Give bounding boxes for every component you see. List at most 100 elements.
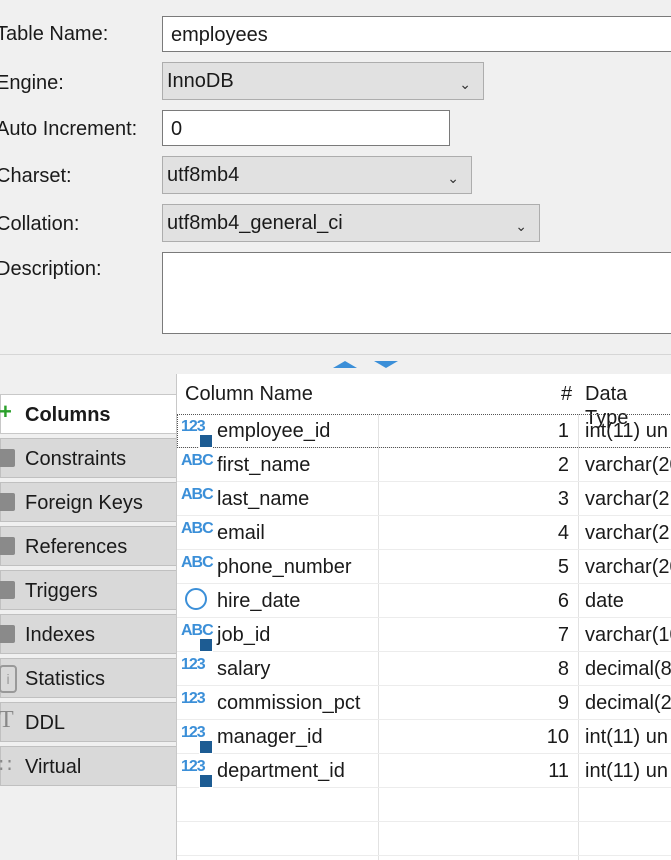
table-name-input[interactable]: employees: [162, 16, 671, 52]
string-type-icon: ABC: [181, 554, 214, 571]
add-column-icon: +: [0, 399, 12, 424]
collapse-up-icon[interactable]: [333, 361, 357, 368]
clock-icon: [185, 588, 207, 610]
tab-triggers[interactable]: Triggers: [0, 570, 176, 610]
data-type-cell: varchar(2: [585, 522, 670, 544]
foreign-key-icon: [199, 638, 213, 652]
tab-label: Foreign Keys: [25, 492, 143, 514]
column-name-cell: employee_id: [217, 420, 331, 442]
charset-select[interactable]: utf8mb4 ⌄: [162, 156, 472, 194]
foreign-key-icon: [0, 493, 15, 511]
engine-select[interactable]: InnoDB ⌄: [162, 62, 484, 100]
table-row[interactable]: 123 salary 8 decimal(8: [177, 652, 671, 686]
chevron-down-icon: ⌄: [447, 170, 459, 186]
string-type-icon: ABC: [181, 452, 214, 469]
data-type-cell: int(11) un: [585, 420, 669, 442]
tab-label: Columns: [25, 404, 111, 426]
data-type-cell: varchar(20: [585, 556, 671, 578]
collation-select[interactable]: utf8mb4_general_ci ⌄: [162, 204, 540, 242]
column-name-cell: department_id: [217, 760, 345, 782]
column-name-cell: hire_date: [217, 590, 301, 612]
tab-constraints[interactable]: Constraints: [0, 438, 176, 478]
tab-columns[interactable]: + Columns: [0, 394, 176, 434]
table-row[interactable]: 123 employee_id 1 int(11) un: [177, 414, 671, 448]
table-name-label: Table Name:: [0, 23, 109, 45]
index-icon: [0, 625, 15, 643]
column-number-cell: 3: [557, 488, 569, 510]
tab-label: Triggers: [25, 580, 98, 602]
numeric-type-icon: 123: [181, 656, 206, 673]
tab-label: Statistics: [25, 668, 106, 690]
table-row[interactable]: ABCjob_id7varchar(10: [177, 618, 671, 652]
trigger-icon: [0, 581, 15, 599]
data-type-cell: varchar(10: [585, 624, 671, 646]
chevron-down-icon: ⌄: [515, 218, 527, 234]
charset-value: utf8mb4: [167, 164, 240, 186]
column-name-cell: commission_pct: [217, 692, 361, 714]
table-row[interactable]: ABC email 4 varchar(2: [177, 516, 671, 550]
column-name-cell: email: [217, 522, 265, 544]
tab-label: Indexes: [25, 624, 96, 646]
tab-label: Virtual: [25, 756, 82, 778]
string-type-icon: ABC: [181, 486, 214, 503]
tab-statistics[interactable]: i Statistics: [0, 658, 176, 698]
primary-key-icon: [199, 434, 213, 448]
data-type-cell: varchar(20: [585, 454, 671, 476]
column-number-cell: 4: [557, 522, 569, 544]
table-row[interactable]: 123 commission_pct 9 decimal(2: [177, 686, 671, 720]
collation-label: Collation:: [0, 213, 80, 235]
numeric-type-icon: 123: [181, 690, 206, 707]
tab-indexes[interactable]: Indexes: [0, 614, 176, 654]
table-row[interactable]: ABC last_name 3 varchar(2: [177, 482, 671, 516]
data-type-cell: int(11) un: [585, 760, 669, 782]
column-number-cell: 11: [548, 760, 569, 782]
chevron-down-icon: ⌄: [459, 76, 471, 92]
table-row[interactable]: 123 department_id 11 int(11) un: [177, 754, 671, 788]
reference-icon: [0, 537, 15, 555]
collation-value: utf8mb4_general_ci: [167, 212, 343, 234]
tab-label: References: [25, 536, 128, 558]
tab-label: DDL: [25, 712, 66, 734]
description-label: Description:: [0, 258, 102, 280]
data-type-cell: int(11) un: [585, 726, 669, 748]
tab-foreign-keys[interactable]: Foreign Keys: [0, 482, 176, 522]
empty-row: [177, 822, 671, 856]
table-row[interactable]: ABCfirst_name 2 varchar(20: [177, 448, 671, 482]
data-type-cell: decimal(8: [585, 658, 671, 680]
virtual-icon: ∷: [0, 755, 12, 777]
foreign-key-icon: [199, 774, 213, 788]
string-type-icon: ABC: [181, 520, 214, 537]
charset-label: Charset:: [0, 165, 72, 187]
table-row[interactable]: hire_date 6 date: [177, 584, 671, 618]
expand-down-icon[interactable]: [374, 361, 398, 368]
panel-splitter[interactable]: [0, 354, 671, 375]
info-icon: i: [0, 665, 17, 693]
tab-label: Constraints: [25, 448, 127, 470]
columns-grid: Column Name # Data Type 123 employee_id 1 i…: [176, 374, 671, 860]
column-number-cell: 8: [557, 658, 569, 680]
column-number-cell: 2: [557, 454, 569, 476]
editor-tabs: + Columns Constraints Foreign Keys Refer…: [0, 394, 176, 790]
column-number-cell: 9: [557, 692, 569, 714]
column-number-cell: 1: [557, 420, 569, 442]
empty-row: [177, 788, 671, 822]
tab-ddl[interactable]: T DDL: [0, 702, 176, 742]
auto-increment-input[interactable]: 0: [162, 110, 450, 146]
data-type-cell: decimal(2: [585, 692, 671, 714]
column-name-cell: last_name: [217, 488, 310, 510]
table-row[interactable]: 123 manager_id 10 int(11) un: [177, 720, 671, 754]
description-textarea[interactable]: [162, 252, 671, 334]
tab-references[interactable]: References: [0, 526, 176, 566]
auto-increment-label: Auto Increment:: [0, 118, 138, 140]
column-number-cell: 6: [557, 590, 569, 612]
column-name-cell: phone_number: [217, 556, 352, 578]
table-row[interactable]: ABCphone_number 5 varchar(20: [177, 550, 671, 584]
column-number-cell: 5: [557, 556, 569, 578]
engine-value: InnoDB: [167, 70, 234, 92]
column-name-cell: job_id: [217, 624, 271, 646]
grid-header: Column Name # Data Type: [177, 374, 671, 429]
header-column-name[interactable]: Column Name: [185, 382, 313, 406]
data-type-cell: date: [585, 590, 624, 612]
header-number[interactable]: #: [561, 382, 572, 406]
tab-virtual[interactable]: ∷ Virtual: [0, 746, 176, 786]
